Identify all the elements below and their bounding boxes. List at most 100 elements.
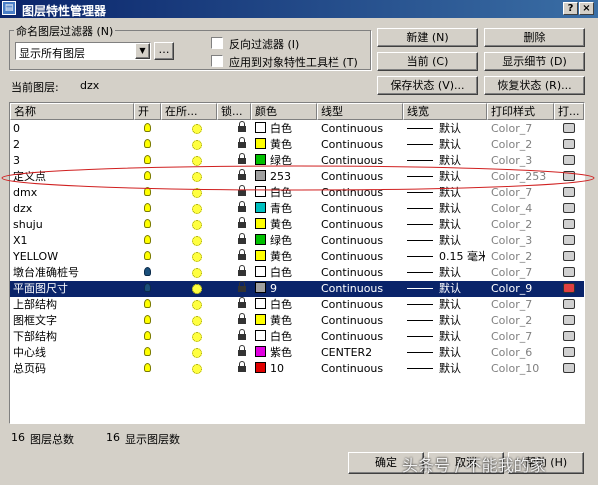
lock-icon[interactable] (238, 201, 250, 217)
layer-plotstyle[interactable]: Color_6 (491, 345, 551, 361)
filter-more-button[interactable]: … (154, 42, 174, 60)
help-title-button[interactable]: ? (563, 2, 578, 15)
bulb-on-icon[interactable] (144, 297, 158, 313)
layer-color[interactable]: 青色 (255, 201, 315, 217)
delete-layer-button[interactable]: 删除 (484, 28, 585, 47)
restore-state-button[interactable]: 恢复状态 (R)... (484, 76, 585, 95)
lock-icon[interactable] (238, 345, 250, 361)
layer-row[interactable]: 平面图尺寸 9 Continuous 默认 Color_9 (10, 281, 584, 297)
printer-icon[interactable] (563, 217, 577, 233)
bulb-off-icon[interactable] (144, 281, 158, 297)
layer-plotstyle[interactable]: Color_2 (491, 137, 551, 153)
sun-icon[interactable] (192, 249, 206, 265)
layer-linetype[interactable]: Continuous (321, 137, 401, 153)
layer-plotstyle[interactable]: Color_7 (491, 121, 551, 137)
bulb-on-icon[interactable] (144, 233, 158, 249)
printer-icon[interactable] (563, 265, 577, 281)
layer-row[interactable]: YELLOW 黄色 Continuous 0.15 毫米 Color_2 (10, 249, 584, 265)
layer-plotstyle[interactable]: Color_4 (491, 201, 551, 217)
layer-linetype[interactable]: CENTER2 (321, 345, 401, 361)
layer-color[interactable]: 黄色 (255, 137, 315, 153)
layer-color[interactable]: 白色 (255, 297, 315, 313)
printer-icon[interactable] (563, 297, 577, 313)
printer-icon[interactable] (563, 313, 577, 329)
layer-linetype[interactable]: Continuous (321, 361, 401, 377)
layer-linetype[interactable]: Continuous (321, 313, 401, 329)
lock-icon[interactable] (238, 361, 250, 377)
filter-dropdown[interactable]: 显示所有图层 ▼ (15, 42, 151, 60)
bulb-on-icon[interactable] (144, 121, 158, 137)
bulb-on-icon[interactable] (144, 137, 158, 153)
apply-toolbar-checkbox[interactable] (211, 55, 223, 67)
lock-icon[interactable] (238, 217, 250, 233)
layer-color[interactable]: 黄色 (255, 313, 315, 329)
bulb-on-icon[interactable] (144, 329, 158, 345)
sun-icon[interactable] (192, 297, 206, 313)
layer-lineweight[interactable]: 默认 (407, 297, 485, 313)
layer-lineweight[interactable]: 默认 (407, 281, 485, 297)
layer-linetype[interactable]: Continuous (321, 281, 401, 297)
layer-linetype[interactable]: Continuous (321, 233, 401, 249)
lock-icon[interactable] (238, 329, 250, 345)
printer-icon[interactable] (563, 249, 577, 265)
printer-icon[interactable] (563, 329, 577, 345)
bulb-on-icon[interactable] (144, 201, 158, 217)
layer-color[interactable]: 黄色 (255, 249, 315, 265)
col-header-lineweight[interactable]: 线宽 (403, 103, 487, 120)
no-print-icon[interactable] (563, 281, 577, 297)
layer-lineweight[interactable]: 默认 (407, 137, 485, 153)
lock-icon[interactable] (238, 313, 250, 329)
layer-linetype[interactable]: Continuous (321, 329, 401, 345)
sun-icon[interactable] (192, 217, 206, 233)
layer-row[interactable]: 2 黄色 Continuous 默认 Color_2 (10, 137, 584, 153)
layer-linetype[interactable]: Continuous (321, 297, 401, 313)
layer-linetype[interactable]: Continuous (321, 217, 401, 233)
layer-plotstyle[interactable]: Color_2 (491, 249, 551, 265)
layer-linetype[interactable]: Continuous (321, 121, 401, 137)
layer-color[interactable]: 绿色 (255, 233, 315, 249)
sun-icon[interactable] (192, 345, 206, 361)
printer-icon[interactable] (563, 233, 577, 249)
col-header-freeze[interactable]: 在所... (161, 103, 217, 120)
sun-icon[interactable] (192, 361, 206, 377)
chevron-down-icon[interactable]: ▼ (135, 43, 150, 59)
layer-lineweight[interactable]: 默认 (407, 201, 485, 217)
printer-icon[interactable] (563, 361, 577, 377)
save-state-button[interactable]: 保存状态 (V)... (377, 76, 478, 95)
layer-color[interactable]: 白色 (255, 329, 315, 345)
layer-lineweight[interactable]: 默认 (407, 345, 485, 361)
sun-icon[interactable] (192, 265, 206, 281)
col-header-lock[interactable]: 锁... (217, 103, 251, 120)
show-details-button[interactable]: 显示细节 (D) (484, 52, 585, 71)
layer-plotstyle[interactable]: Color_10 (491, 361, 551, 377)
bulb-on-icon[interactable] (144, 361, 158, 377)
layer-color[interactable]: 紫色 (255, 345, 315, 361)
layer-row[interactable]: 下部结构 白色 Continuous 默认 Color_7 (10, 329, 584, 345)
layer-row[interactable]: dzx 青色 Continuous 默认 Color_4 (10, 201, 584, 217)
layer-linetype[interactable]: Continuous (321, 201, 401, 217)
layer-plotstyle[interactable]: Color_9 (491, 281, 551, 297)
layer-lineweight[interactable]: 默认 (407, 329, 485, 345)
layer-row[interactable]: 中心线 紫色 CENTER2 默认 Color_6 (10, 345, 584, 361)
lock-icon[interactable] (238, 233, 250, 249)
layer-plotstyle[interactable]: Color_2 (491, 217, 551, 233)
layer-linetype[interactable]: Continuous (321, 249, 401, 265)
layer-lineweight[interactable]: 0.15 毫米 (407, 249, 485, 265)
layer-lineweight[interactable]: 默认 (407, 265, 485, 281)
layer-color[interactable]: 9 (255, 281, 315, 297)
layer-row[interactable]: 0 白色 Continuous 默认 Color_7 (10, 121, 584, 137)
sun-icon[interactable] (192, 313, 206, 329)
new-layer-button[interactable]: 新建 (N) (377, 28, 478, 47)
sun-icon[interactable] (192, 121, 206, 137)
col-header-plotstyle[interactable]: 打印样式 (487, 103, 554, 120)
layer-plotstyle[interactable]: Color_7 (491, 297, 551, 313)
layer-color[interactable]: 10 (255, 361, 315, 377)
printer-icon[interactable] (563, 137, 577, 153)
col-header-plot[interactable]: 打... (554, 103, 584, 120)
col-header-linetype[interactable]: 线型 (317, 103, 403, 120)
layer-color[interactable]: 白色 (255, 121, 315, 137)
lock-icon[interactable] (238, 281, 250, 297)
layer-row[interactable]: 上部结构 白色 Continuous 默认 Color_7 (10, 297, 584, 313)
bulb-off-icon[interactable] (144, 265, 158, 281)
printer-icon[interactable] (563, 345, 577, 361)
